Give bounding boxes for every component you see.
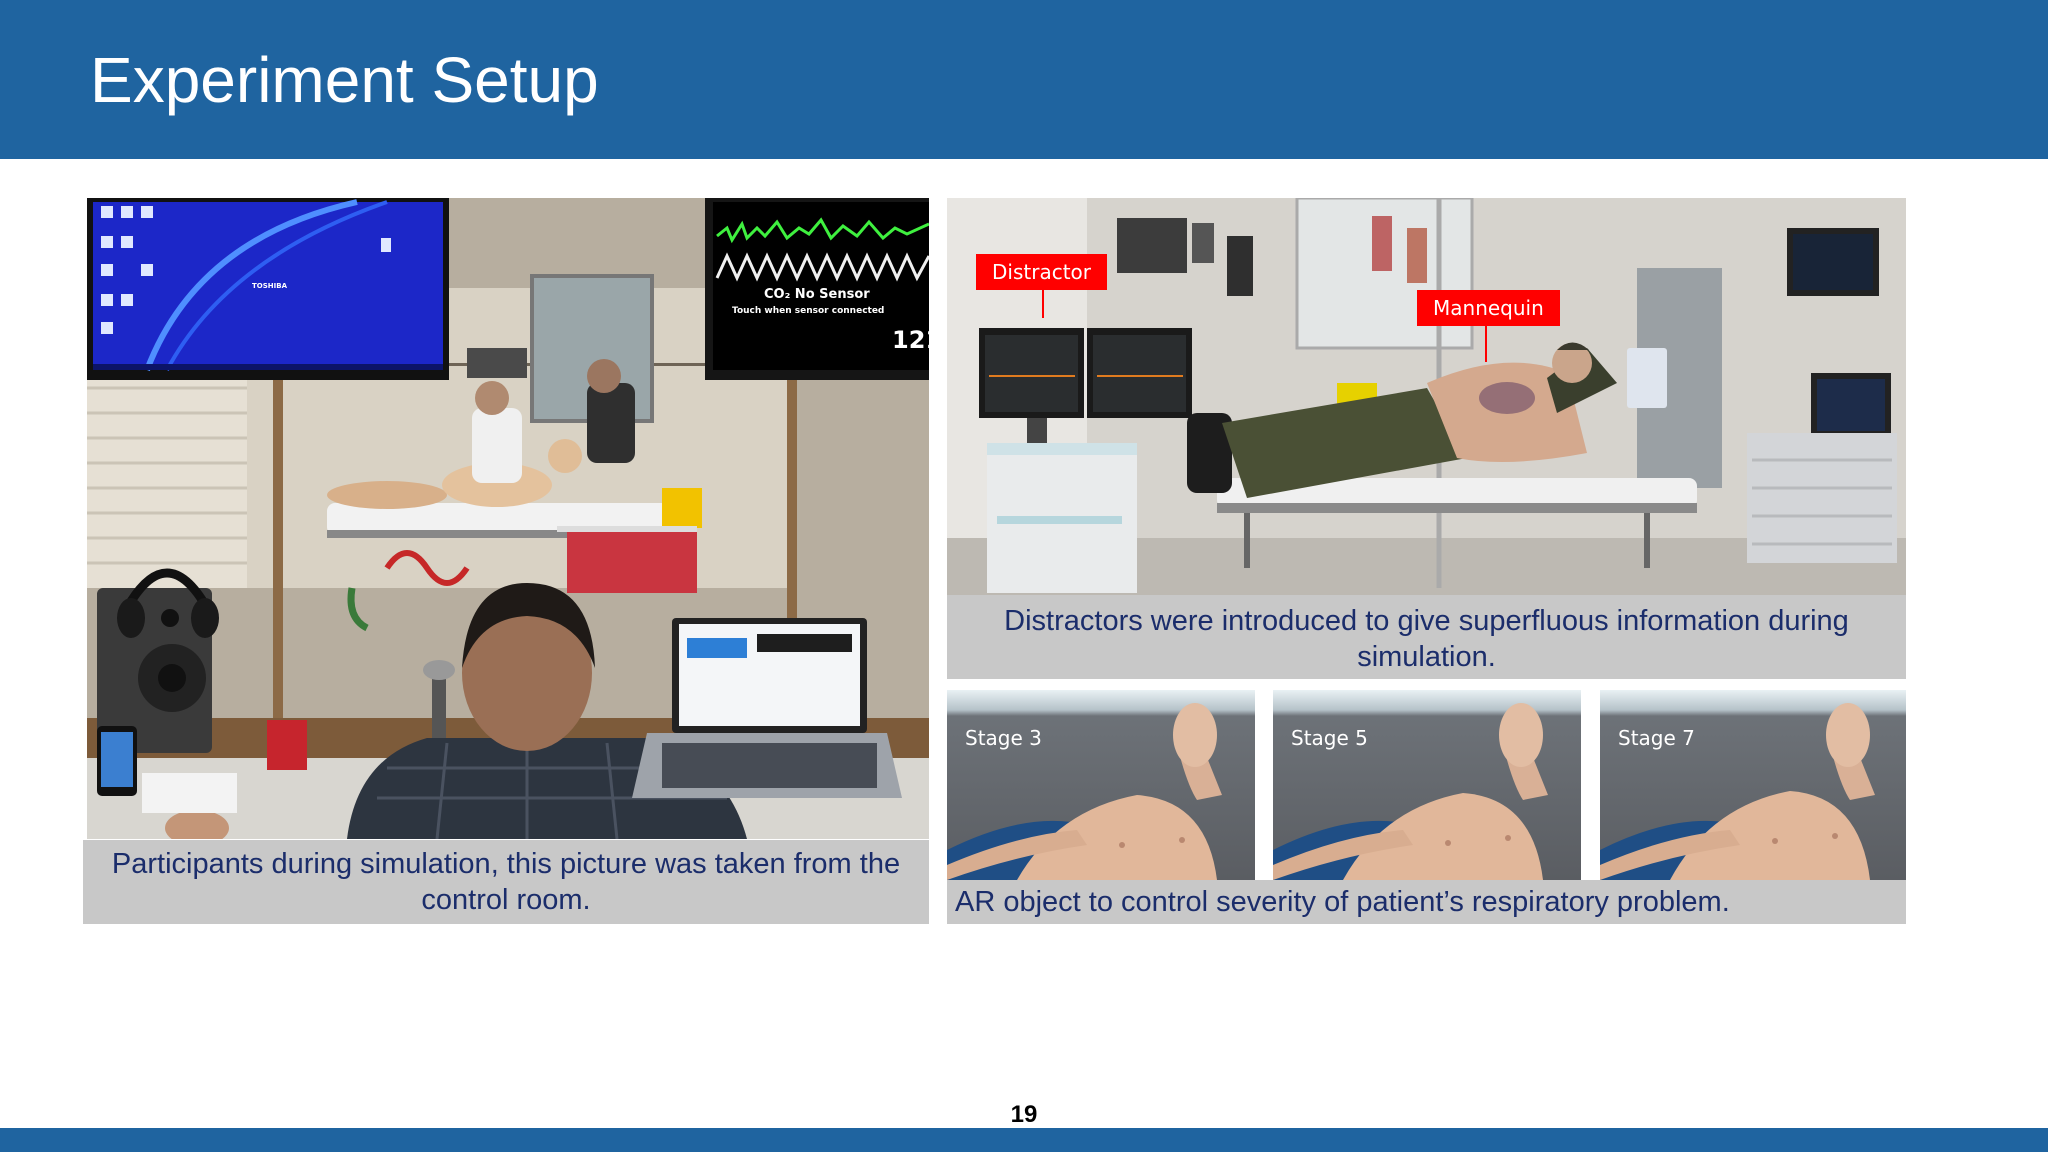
stage-5-label: Stage 5 bbox=[1291, 726, 1368, 750]
footer-bar bbox=[0, 1128, 2048, 1152]
monitor-co2-text: CO₂ No Sensor bbox=[764, 287, 870, 302]
mannequin-arrow bbox=[1485, 326, 1487, 362]
title-bar: Experiment Setup bbox=[0, 0, 2048, 159]
stage-panel-7: Stage 7 bbox=[1600, 690, 1906, 880]
stage-7-label: Stage 7 bbox=[1618, 726, 1695, 750]
control-room-photo: TOSHIBA CO₂ No Sensor Touch when sensor … bbox=[87, 198, 929, 839]
monitor-value-text: 121 bbox=[892, 326, 929, 354]
stage-panel-5: Stage 5 bbox=[1273, 690, 1581, 880]
stage-panel-3: Stage 3 bbox=[947, 690, 1255, 880]
monitor-touch-text: Touch when sensor connected bbox=[732, 306, 884, 316]
slide-title: Experiment Setup bbox=[90, 44, 599, 116]
page-number: 19 bbox=[1010, 1101, 1038, 1128]
stages-caption: AR object to control severity of patient… bbox=[947, 880, 1906, 924]
mannequin-label: Mannequin bbox=[1417, 290, 1560, 326]
desktop-brand-text: TOSHIBA bbox=[252, 282, 288, 290]
left-caption: Participants during simulation, this pic… bbox=[83, 840, 929, 924]
right-caption: Distractors were introduced to give supe… bbox=[947, 595, 1906, 679]
stage-3-label: Stage 3 bbox=[965, 726, 1042, 750]
simulation-room-photo: Distractor Mannequin bbox=[947, 198, 1906, 595]
distractor-arrow bbox=[1042, 290, 1044, 318]
distractor-label: Distractor bbox=[976, 254, 1107, 290]
